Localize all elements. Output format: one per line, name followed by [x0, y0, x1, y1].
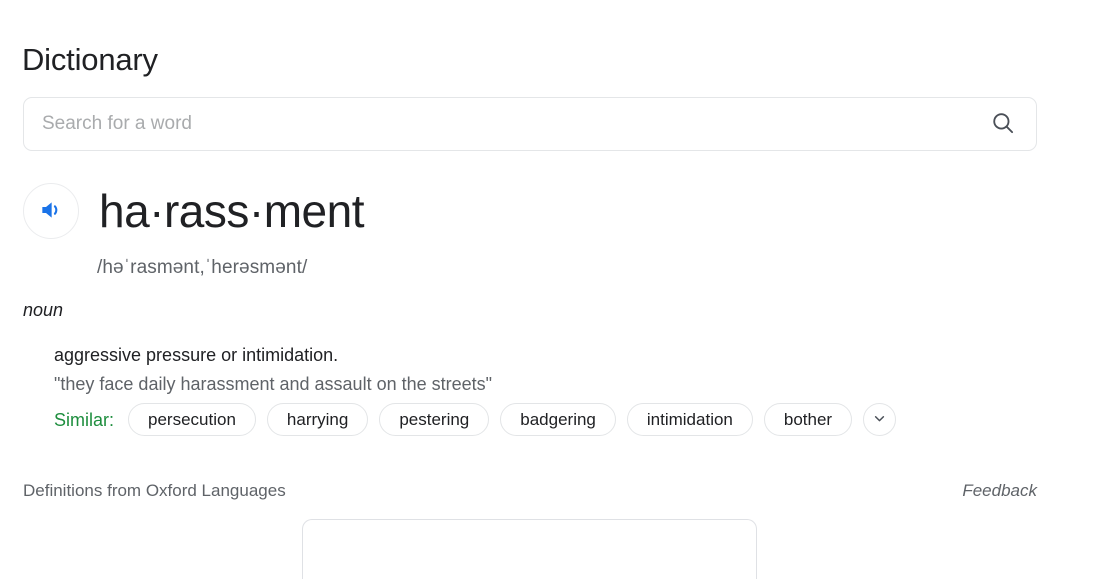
phonetic-transcription: /həˈrasmənt,ˈherəsmənt/	[97, 257, 308, 278]
similar-chip[interactable]: badgering	[500, 403, 616, 436]
similar-chip[interactable]: intimidation	[626, 403, 753, 436]
pronounce-audio-button[interactable]	[23, 183, 79, 239]
search-input[interactable]	[42, 98, 988, 150]
similar-chip[interactable]: persecution	[128, 403, 256, 436]
chevron-down-icon	[871, 410, 888, 430]
speaker-icon	[38, 197, 64, 226]
dictionary-page: Dictionary ha·rass·ment /həˈrasmənt,ˈher…	[0, 0, 1100, 579]
similar-chip[interactable]: pestering	[379, 403, 490, 436]
page-title: Dictionary	[22, 41, 158, 77]
search-box[interactable]	[23, 97, 1037, 151]
similar-words-row: Similar: persecution harrying pestering …	[54, 403, 897, 436]
similar-chip[interactable]: bother	[763, 403, 853, 436]
definition-example: "they face daily harassment and assault …	[54, 374, 493, 394]
source-attribution: Definitions from Oxford Languages	[23, 481, 286, 500]
headword-row: ha·rass·ment	[23, 183, 364, 239]
bottom-card-peek	[302, 519, 757, 579]
definition-text: aggressive pressure or intimidation.	[54, 345, 339, 365]
part-of-speech: noun	[23, 300, 64, 320]
search-button[interactable]	[988, 109, 1018, 139]
search-icon	[990, 110, 1016, 139]
headword: ha·rass·ment	[99, 185, 364, 237]
similar-chip[interactable]: harrying	[266, 403, 369, 436]
similar-label: Similar:	[54, 409, 115, 430]
definition-block: aggressive pressure or intimidation. "th…	[54, 343, 1014, 397]
expand-similar-button[interactable]	[863, 403, 897, 436]
feedback-link[interactable]: Feedback	[962, 479, 1037, 503]
